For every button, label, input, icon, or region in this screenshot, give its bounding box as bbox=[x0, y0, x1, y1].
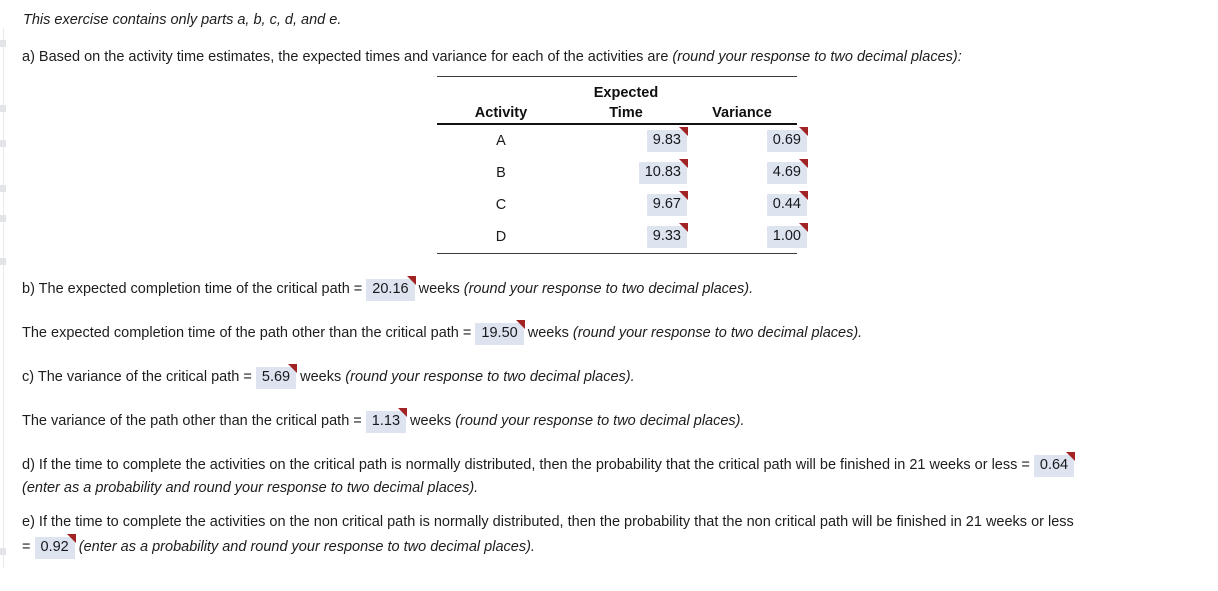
column-header-expected-time: Expected Time bbox=[565, 77, 687, 123]
part-c-line-1-pre: c) The variance of the critical path = bbox=[22, 369, 256, 385]
answer-input-expected-time[interactable]: 10.83 bbox=[638, 159, 689, 184]
exercise-page: This exercise contains only parts a, b, … bbox=[0, 0, 1218, 591]
part-b-line-2: The expected completion time of the path… bbox=[22, 320, 863, 345]
answer-input-critical-path-probability[interactable]: 0.64 bbox=[1033, 452, 1076, 477]
cell-variance: 1.00 bbox=[697, 221, 813, 253]
part-b-line-2-pre: The expected completion time of the path… bbox=[22, 325, 476, 341]
table-row: B 10.83 4.69 bbox=[437, 157, 813, 189]
column-header-activity: Activity bbox=[474, 105, 528, 121]
cell-expected-time: 9.83 bbox=[565, 125, 697, 157]
part-c-line-2: The variance of the path other than the … bbox=[22, 408, 745, 433]
answer-input-other-path-variance[interactable]: 1.13 bbox=[365, 408, 408, 433]
part-c-line-1-mid: weeks bbox=[296, 369, 346, 385]
part-e-line-2-hint: (enter as a probability and round your r… bbox=[74, 539, 535, 555]
part-b-line-1-pre: b) The expected completion time of the c… bbox=[22, 281, 367, 297]
page-edge-tick bbox=[0, 40, 6, 47]
answer-input-critical-path-variance[interactable]: 5.69 bbox=[255, 364, 298, 389]
part-c-line-2-hint: (round your response to two decimal plac… bbox=[455, 413, 745, 429]
part-a-prompt-hint: (round your response to two decimal plac… bbox=[672, 49, 962, 65]
answer-input-expected-time[interactable]: 9.67 bbox=[646, 191, 689, 216]
exercise-note: This exercise contains only parts a, b, … bbox=[23, 12, 342, 28]
answer-input-critical-path-time[interactable]: 20.16 bbox=[366, 276, 416, 301]
part-d-line-2-hint: (enter as a probability and round your r… bbox=[22, 480, 479, 496]
cell-variance: 0.69 bbox=[697, 125, 813, 157]
page-edge-tick bbox=[0, 105, 6, 112]
answer-input-variance[interactable]: 4.69 bbox=[766, 159, 809, 184]
page-edge-tick bbox=[0, 548, 6, 555]
part-b-line-2-mid: weeks bbox=[523, 325, 573, 341]
part-c-line-1: c) The variance of the critical path = 5… bbox=[22, 364, 635, 389]
activity-table-body: A 9.83 0.69 B 10.83 4.69 C 9.67 0.44 D 9.33 1.00 bbox=[437, 125, 813, 253]
cell-variance: 4.69 bbox=[697, 157, 813, 189]
answer-input-variance[interactable]: 0.44 bbox=[766, 191, 809, 216]
part-b-line-1-mid: weeks bbox=[414, 281, 464, 297]
part-b-line-1-hint: (round your response to two decimal plac… bbox=[463, 281, 754, 297]
part-c-line-2-mid: weeks bbox=[406, 413, 456, 429]
part-a-prompt: a) Based on the activity time estimates,… bbox=[22, 48, 962, 66]
part-a-prompt-text: a) Based on the activity time estimates,… bbox=[22, 49, 673, 65]
answer-input-expected-time[interactable]: 9.33 bbox=[646, 223, 689, 248]
table-row: C 9.67 0.44 bbox=[437, 189, 813, 221]
answer-input-other-path-time[interactable]: 19.50 bbox=[475, 320, 526, 345]
part-e-line-1: e) If the time to complete the activitie… bbox=[22, 514, 1074, 530]
cell-activity: A bbox=[496, 133, 506, 149]
part-c-line-2-pre: The variance of the path other than the … bbox=[22, 413, 366, 429]
cell-activity: B bbox=[496, 165, 506, 181]
column-header-variance: Variance bbox=[712, 105, 772, 121]
part-d-line-1: d) If the time to complete the activitie… bbox=[22, 452, 1076, 477]
answer-input-variance[interactable]: 1.00 bbox=[766, 223, 809, 248]
table-row: A 9.83 0.69 bbox=[437, 125, 813, 157]
table-row: D 9.33 1.00 bbox=[437, 221, 813, 253]
cell-expected-time: 9.67 bbox=[565, 189, 697, 221]
cell-variance: 0.44 bbox=[697, 189, 813, 221]
page-edge-tick bbox=[0, 258, 6, 265]
activity-table-header: Activity Expected Time Variance bbox=[437, 77, 797, 123]
cell-activity: C bbox=[495, 197, 507, 213]
page-edge-tick bbox=[0, 185, 6, 192]
answer-input-non-critical-path-probability[interactable]: 0.92 bbox=[34, 534, 76, 559]
part-e-line-2: = 0.92 (enter as a probability and round… bbox=[22, 534, 535, 559]
part-e-line-2-pre: = bbox=[22, 539, 35, 555]
table-bottom-rule bbox=[437, 253, 797, 254]
page-edge-tick bbox=[0, 140, 6, 147]
answer-input-expected-time[interactable]: 9.83 bbox=[646, 127, 689, 152]
table-header-row: Activity Expected Time Variance bbox=[437, 77, 797, 123]
part-b-line-1: b) The expected completion time of the c… bbox=[22, 276, 754, 301]
column-header-expected-line2: Time bbox=[609, 105, 643, 121]
part-b-line-2-hint: (round your response to two decimal plac… bbox=[572, 325, 863, 341]
page-edge-tick bbox=[0, 215, 6, 222]
column-header-expected-line1: Expected bbox=[593, 85, 659, 101]
activity-table: Activity Expected Time Variance A 9.83 0.6… bbox=[437, 76, 809, 254]
cell-expected-time: 10.83 bbox=[565, 157, 697, 189]
cell-expected-time: 9.33 bbox=[565, 221, 697, 253]
part-d-line-1-pre: d) If the time to complete the activitie… bbox=[22, 457, 1034, 473]
answer-input-variance[interactable]: 0.69 bbox=[766, 127, 809, 152]
cell-activity: D bbox=[495, 229, 507, 245]
part-c-line-1-hint: (round your response to two decimal plac… bbox=[345, 369, 635, 385]
